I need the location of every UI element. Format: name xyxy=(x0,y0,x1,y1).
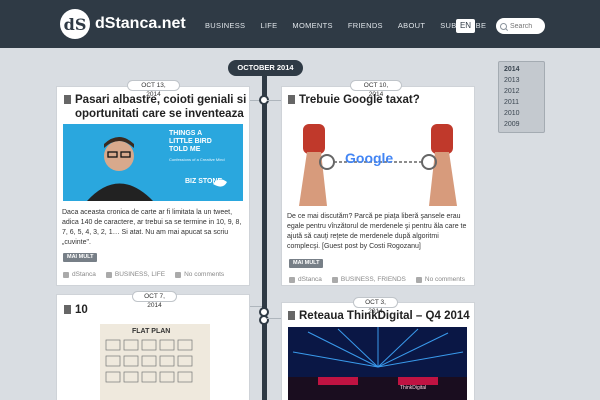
comment-icon xyxy=(175,271,182,278)
post-date: OCT 10, 2014 xyxy=(350,80,402,98)
post-meta: dStanca BUSINESS, FRIENDS No comments xyxy=(289,276,465,283)
post-title[interactable]: 10 xyxy=(64,303,244,317)
post-meta: dStanca BUSINESS, LIFE No comments xyxy=(63,271,224,278)
site-header: dS dStanca.net BUSINESS LIFE MOMENTS FRI… xyxy=(0,0,600,48)
year-link[interactable]: 2010 xyxy=(504,108,539,119)
comment-icon xyxy=(415,276,422,283)
search-input[interactable] xyxy=(510,22,548,30)
timeline-line xyxy=(262,72,267,400)
post-date: OCT 3, 2014 xyxy=(353,297,398,315)
post-date: OCT 13, 2014 xyxy=(127,80,180,98)
post-excerpt: Daca aceasta cronica de carte ar fi limi… xyxy=(62,209,242,246)
nav-item-business[interactable]: BUSINESS xyxy=(205,21,245,30)
nav-item-friends[interactable]: FRIENDS xyxy=(348,21,383,30)
timeline-connector xyxy=(250,306,262,307)
user-icon xyxy=(289,276,295,283)
folder-icon xyxy=(331,276,338,283)
folder-icon xyxy=(105,271,112,278)
site-logo[interactable]: dS dStanca.net xyxy=(60,9,186,39)
post-title[interactable]: Reteaua ThinkDigital – Q4 2014 xyxy=(288,309,472,323)
timeline-connector xyxy=(267,100,281,101)
user-icon xyxy=(63,271,69,278)
year-link[interactable]: 2009 xyxy=(504,119,539,130)
book-subtitle: Confessions of a Creative Mind xyxy=(169,157,225,162)
document-icon xyxy=(288,95,295,104)
timeline-dot xyxy=(259,315,269,325)
post-image[interactable]: FLAT PLAN xyxy=(100,324,210,400)
book-author: BIZ STONE xyxy=(185,178,223,185)
post-comments[interactable]: No comments xyxy=(184,271,224,278)
nav-item-moments[interactable]: MOMENTS xyxy=(292,21,332,30)
nav-item-about[interactable]: ABOUT xyxy=(398,21,425,30)
book-title: THINGS A LITTLE BIRD TOLD ME xyxy=(169,130,212,153)
event-label: ThinkDigital xyxy=(400,385,427,391)
timeline-month-badge: OCTOBER 2014 xyxy=(228,60,303,76)
post-author[interactable]: dStanca xyxy=(72,271,96,278)
post-date: OCT 7, 2014 xyxy=(132,291,177,309)
logo-icon: dS xyxy=(60,9,90,39)
search-box[interactable] xyxy=(496,18,548,34)
year-link[interactable]: 2013 xyxy=(504,75,539,86)
post-author[interactable]: dStanca xyxy=(298,276,322,283)
post-image[interactable]: ThinkDigital xyxy=(288,327,467,400)
post-excerpt: De ce mai discutăm? Parcă pe piaţa liber… xyxy=(287,213,467,250)
year-link[interactable]: 2011 xyxy=(504,97,539,108)
document-icon xyxy=(64,305,71,314)
read-more-button[interactable]: MAI MULT xyxy=(289,259,324,268)
read-more-button[interactable]: MAI MULT xyxy=(63,253,98,262)
post-categories[interactable]: BUSINESS, LIFE xyxy=(115,271,165,278)
document-icon xyxy=(288,311,295,320)
year-archive: 2014 2013 2012 2011 2010 2009 xyxy=(498,61,545,133)
timeline-connector xyxy=(267,318,281,319)
google-logo: Google xyxy=(345,150,394,166)
main-nav: BUSINESS LIFE MOMENTS FRIENDS ABOUT SUBS… xyxy=(205,21,486,30)
document-icon xyxy=(64,95,71,104)
post-comments[interactable]: No comments xyxy=(425,276,465,283)
nav-item-life[interactable]: LIFE xyxy=(260,21,277,30)
post-image[interactable]: THINGS A LITTLE BIRD TOLD ME Confessions… xyxy=(63,124,243,201)
year-link[interactable]: 2014 xyxy=(504,64,539,75)
post-image[interactable]: Google xyxy=(293,118,463,206)
language-button[interactable]: EN xyxy=(456,19,475,33)
post-title[interactable]: Pasari albastre, coioti geniali si oport… xyxy=(64,93,248,121)
post-title[interactable]: Trebuie Google taxat? xyxy=(288,93,472,107)
site-name: dStanca.net xyxy=(95,15,186,32)
post-categories[interactable]: BUSINESS, FRIENDS xyxy=(341,276,406,283)
search-icon xyxy=(500,22,507,30)
year-link[interactable]: 2012 xyxy=(504,86,539,97)
flat-plan-label: FLAT PLAN xyxy=(132,328,171,335)
